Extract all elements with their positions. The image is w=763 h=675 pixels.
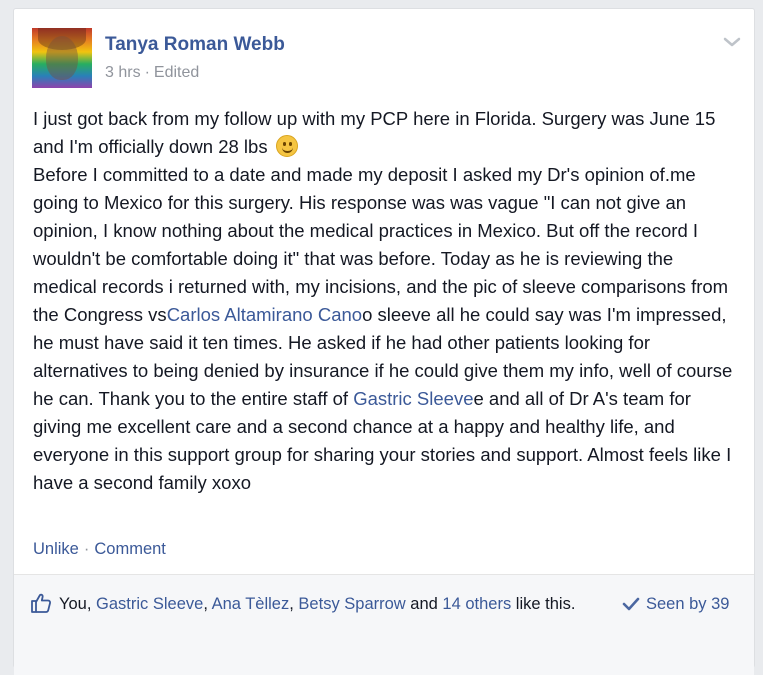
seen-by[interactable]: Seen by 39	[622, 592, 729, 616]
inline-link[interactable]: Gastric Sleeve	[96, 595, 203, 613]
comment-link[interactable]: Comment	[94, 540, 166, 558]
action-separator: ·	[83, 540, 90, 558]
post-meta: 3 hrs · Edited	[105, 64, 199, 82]
text-segment: I just got back from my follow up with m…	[33, 108, 716, 157]
likes-footer: You, Gastric Sleeve, Ana Tèllez, Betsy S…	[14, 574, 754, 675]
inline-link[interactable]: Betsy Sparrow	[298, 595, 405, 613]
smiley-face-icon	[275, 135, 298, 157]
text-segment: like this.	[511, 595, 576, 613]
seen-by-label: Seen by 39	[646, 595, 730, 613]
unlike-link[interactable]: Unlike	[33, 540, 79, 558]
thumbs-up-icon[interactable]	[30, 592, 52, 614]
inline-link[interactable]: Ana Tèllez	[212, 595, 290, 613]
smiley-mouth	[281, 146, 293, 153]
inline-link[interactable]: 14 others	[442, 595, 511, 613]
post-actions: Unlike · Comment	[33, 540, 166, 559]
text-segment: ,	[203, 595, 212, 613]
avatar-face	[46, 36, 78, 80]
author-name[interactable]: Tanya Roman Webb	[105, 34, 285, 56]
chevron-down-icon[interactable]	[721, 31, 743, 53]
post-card: Tanya Roman Webb 3 hrs · Edited I just got…	[13, 8, 755, 675]
edited-label[interactable]: Edited	[154, 64, 199, 81]
avatar[interactable]	[32, 28, 92, 88]
text-segment: Before I committed to a date and made my…	[33, 164, 729, 325]
text-segment: You,	[59, 595, 97, 613]
likes-summary: You, Gastric Sleeve, Ana Tèllez, Betsy S…	[59, 592, 614, 616]
text-segment: and	[405, 595, 443, 613]
post-timestamp[interactable]: 3 hrs	[105, 64, 141, 81]
post-body: I just got back from my follow up with m…	[33, 105, 738, 497]
post-paragraph: I just got back from my follow up with m…	[33, 105, 738, 161]
meta-separator: ·	[144, 64, 150, 81]
inline-link[interactable]: Gastric Sleeve	[353, 388, 473, 409]
post-paragraph: Before I committed to a date and made my…	[33, 161, 738, 497]
inline-link[interactable]: Carlos Altamirano Cano	[167, 304, 362, 325]
checkmark-icon	[622, 597, 640, 611]
